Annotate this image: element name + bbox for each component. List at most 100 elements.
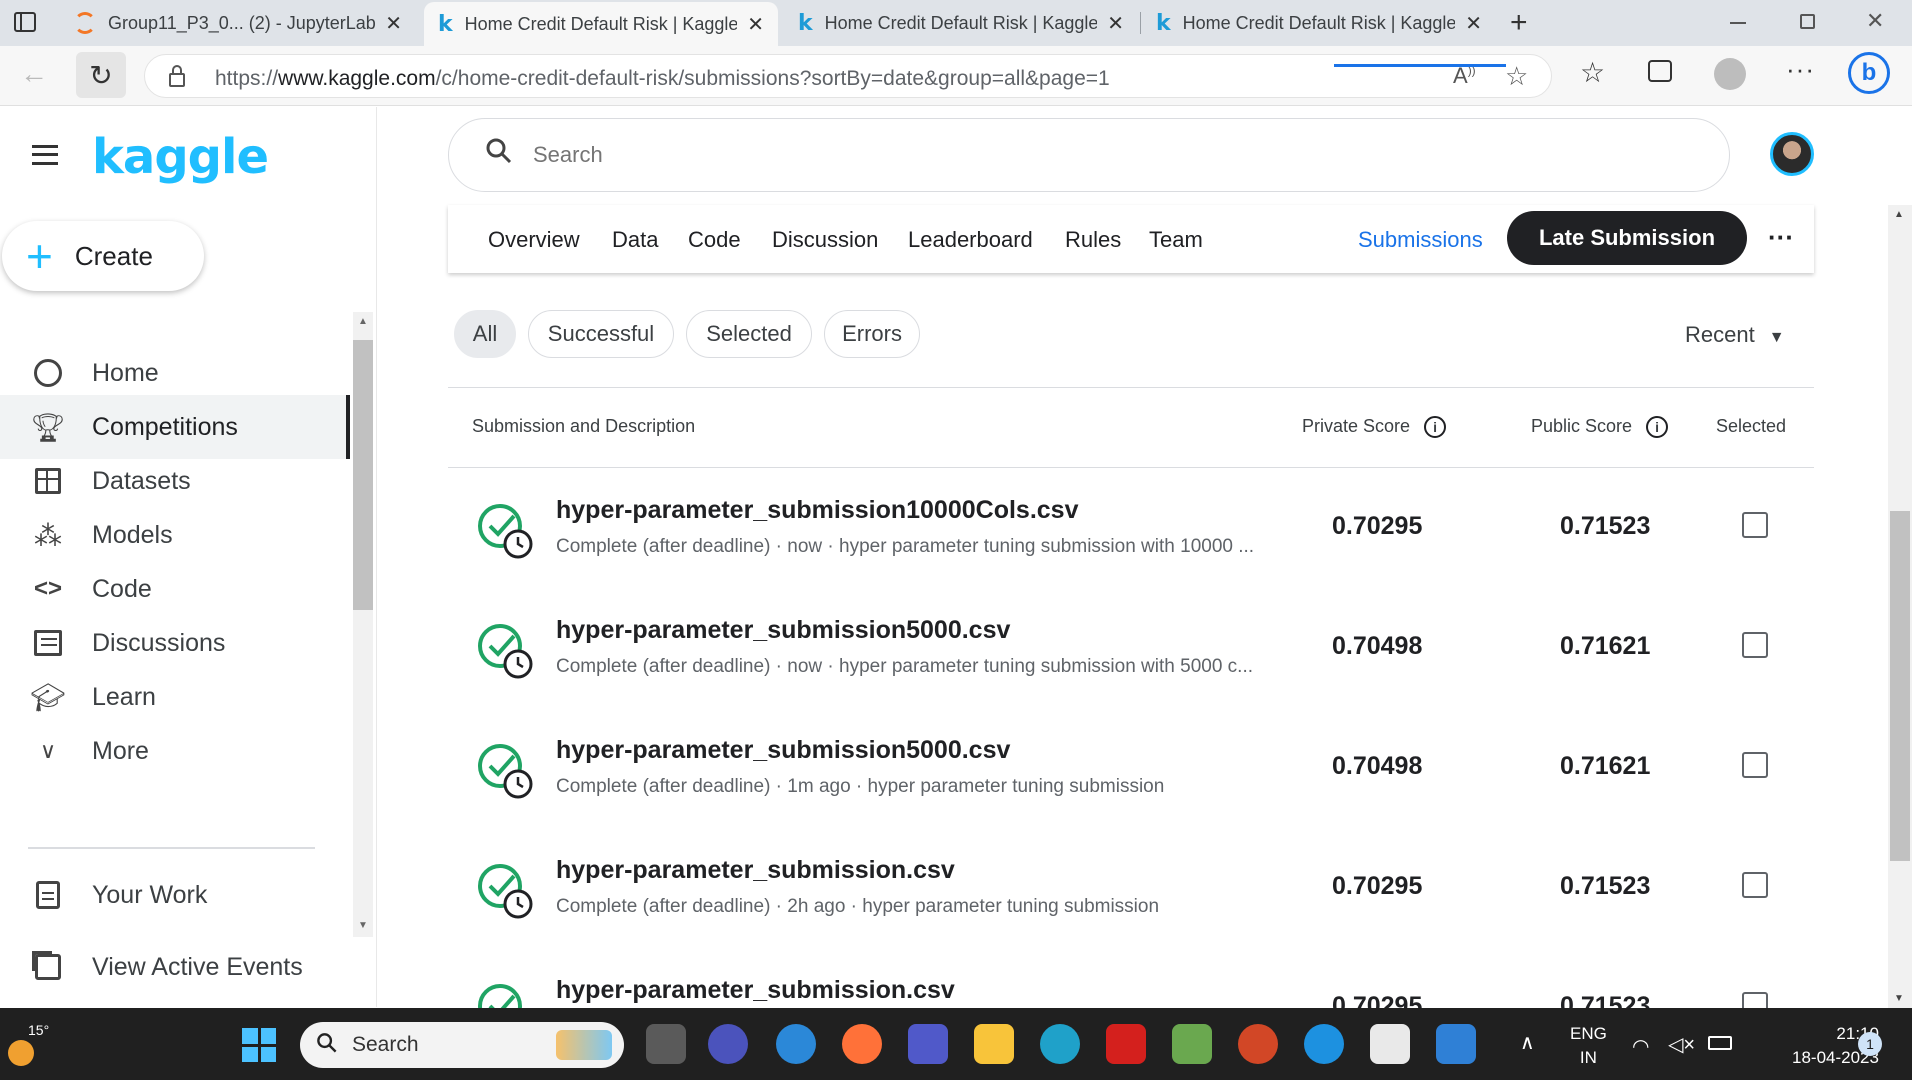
select-checkbox[interactable] [1742, 632, 1768, 658]
language-indicator[interactable]: ENG IN [1570, 1022, 1607, 1070]
close-tab-icon[interactable]: ✕ [1465, 11, 1482, 36]
close-tab-icon[interactable]: ✕ [747, 12, 764, 37]
scroll-up-icon[interactable]: ▲ [358, 316, 368, 327]
moon-icon [8, 1040, 34, 1066]
info-icon[interactable]: i [1424, 416, 1447, 439]
bing-icon[interactable]: b [1848, 52, 1890, 94]
table-row[interactable]: hyper-parameter_submission5000.csv Compl… [448, 600, 1814, 720]
tab-overview[interactable]: Overview [488, 227, 580, 253]
site-search-bar[interactable] [448, 118, 1730, 192]
profile-icon[interactable] [1714, 58, 1746, 90]
sidebar-item-label: Competitions [92, 412, 238, 441]
table-row[interactable]: hyper-parameter_submission10000Cols.csv … [448, 480, 1814, 600]
windows-taskbar: 15° Search ∧ ENG IN ◠ ◁× 21:10 18-04-202… [0, 1008, 1912, 1080]
file-explorer-icon[interactable] [974, 1024, 1014, 1064]
filter-all[interactable]: All [454, 310, 516, 358]
snipping-tool-icon[interactable] [1370, 1024, 1410, 1064]
filter-errors[interactable]: Errors [824, 310, 920, 358]
powerpoint-icon[interactable] [1238, 1024, 1278, 1064]
select-checkbox[interactable] [1742, 512, 1768, 538]
browser-tab-jupyter[interactable]: Group11_P3_0... (2) - JupyterLab ✕ [60, 0, 416, 46]
table-row[interactable]: hyper-parameter_submission5000.csv Compl… [448, 720, 1814, 840]
acrobat-icon[interactable] [1106, 1024, 1146, 1064]
scroll-down-icon[interactable]: ▼ [1894, 993, 1904, 1004]
tab-leaderboard[interactable]: Leaderboard [908, 227, 1033, 253]
restore-icon[interactable] [1800, 14, 1815, 29]
favorites-icon[interactable]: ☆ [1580, 56, 1605, 89]
chevron-up-icon[interactable]: ∧ [1520, 1030, 1535, 1055]
refresh-icon[interactable]: ↻ [76, 52, 126, 98]
close-tab-icon[interactable]: ✕ [1107, 11, 1124, 36]
photos-icon[interactable] [1436, 1024, 1476, 1064]
info-icon[interactable]: i [1646, 416, 1669, 439]
new-tab-icon[interactable]: + [1510, 6, 1528, 40]
table-row[interactable]: hyper-parameter_submission.csv Complete … [448, 840, 1814, 960]
tab-actions-icon[interactable] [14, 12, 36, 32]
table-row[interactable]: hyper-parameter_submission.csv 0.70295 0… [448, 960, 1814, 1008]
more-options-icon[interactable]: ··· [1786, 54, 1815, 85]
collections-icon[interactable] [1648, 60, 1672, 82]
close-window-icon[interactable]: ✕ [1866, 8, 1884, 34]
notification-badge[interactable]: 1 [1858, 1032, 1882, 1056]
url-prefix: https:// [215, 67, 279, 90]
close-tab-icon[interactable]: ✕ [385, 11, 402, 36]
avatar[interactable] [1770, 132, 1814, 176]
browser-tab-kaggle-3[interactable]: k Home Credit Default Risk | Kaggle ✕ [1142, 0, 1496, 46]
weather-widget[interactable]: 15° [8, 1022, 49, 1066]
wifi-icon[interactable]: ◠ [1632, 1034, 1649, 1059]
main-scroll-thumb[interactable] [1890, 511, 1910, 861]
kaggle-logo[interactable]: kaggle [92, 129, 269, 185]
taskbar-search[interactable]: Search [300, 1022, 624, 1068]
submission-name[interactable]: hyper-parameter_submission5000.csv [556, 616, 1010, 645]
hamburger-menu-icon[interactable] [32, 145, 58, 165]
more-actions-icon[interactable]: ··· [1768, 222, 1794, 253]
submission-name[interactable]: hyper-parameter_submission.csv [556, 856, 955, 885]
submission-description: Complete (after deadline) · now · hyper … [556, 656, 1254, 677]
tab-team[interactable]: Team [1149, 227, 1203, 253]
tab-discussion[interactable]: Discussion [772, 227, 878, 253]
select-checkbox[interactable] [1742, 752, 1768, 778]
late-submission-button[interactable]: Late Submission [1507, 211, 1747, 265]
edge-icon[interactable] [1040, 1024, 1080, 1064]
filter-selected[interactable]: Selected [686, 310, 812, 358]
submission-name[interactable]: hyper-parameter_submission.csv [556, 976, 955, 1005]
help-icon[interactable] [776, 1024, 816, 1064]
submission-name[interactable]: hyper-parameter_submission5000.csv [556, 736, 1010, 765]
search-input[interactable] [533, 142, 1533, 168]
filter-successful[interactable]: Successful [528, 310, 674, 358]
firefox-icon[interactable] [842, 1024, 882, 1064]
create-button[interactable]: + Create [2, 221, 204, 291]
main-scrollbar[interactable]: ▲ ▼ [1888, 205, 1912, 1010]
docker-icon[interactable] [1304, 1024, 1344, 1064]
submission-description: Complete (after deadline) · 2h ago · hyp… [556, 896, 1160, 917]
url-bar[interactable]: https://www.kaggle.com/c/home-credit-def… [144, 54, 1552, 98]
url-text: https://www.kaggle.com/c/home-credit-def… [215, 67, 1110, 91]
browser-tab-kaggle-2[interactable]: k Home Credit Default Risk | Kaggle ✕ [784, 0, 1138, 46]
tab-data[interactable]: Data [612, 227, 658, 253]
tab-rules[interactable]: Rules [1065, 227, 1121, 253]
select-checkbox[interactable] [1742, 872, 1768, 898]
task-view-icon[interactable] [646, 1024, 686, 1064]
teams-icon[interactable] [908, 1024, 948, 1064]
browser-tab-kaggle-active[interactable]: k Home Credit Default Risk | Kaggle ✕ [424, 2, 778, 46]
add-favorite-icon[interactable]: ☆ [1505, 61, 1528, 92]
battery-icon[interactable] [1708, 1036, 1732, 1050]
teams-chat-icon[interactable] [708, 1024, 748, 1064]
tab-code[interactable]: Code [688, 227, 741, 253]
scroll-up-icon[interactable]: ▲ [1894, 209, 1904, 220]
table-top-divider [448, 387, 1814, 388]
caret-down-icon: ▼ [1768, 329, 1785, 346]
minimize-icon[interactable] [1730, 22, 1746, 24]
volume-mute-icon[interactable]: ◁× [1668, 1032, 1695, 1057]
tab-submissions[interactable]: Submissions [1358, 227, 1483, 253]
header-private-score: Private Score i [1302, 416, 1447, 439]
back-icon[interactable]: ← [20, 58, 48, 90]
submission-name[interactable]: hyper-parameter_submission10000Cols.csv [556, 496, 1078, 525]
notepad-icon[interactable] [1172, 1024, 1212, 1064]
success-clock-icon [478, 864, 533, 919]
submission-description: Complete (after deadline) · now · hyper … [556, 536, 1255, 557]
lock-icon[interactable] [169, 73, 185, 87]
sort-dropdown[interactable]: Recent ▼ [1685, 322, 1785, 348]
select-checkbox[interactable] [1742, 992, 1768, 1008]
start-icon[interactable] [242, 1028, 276, 1062]
